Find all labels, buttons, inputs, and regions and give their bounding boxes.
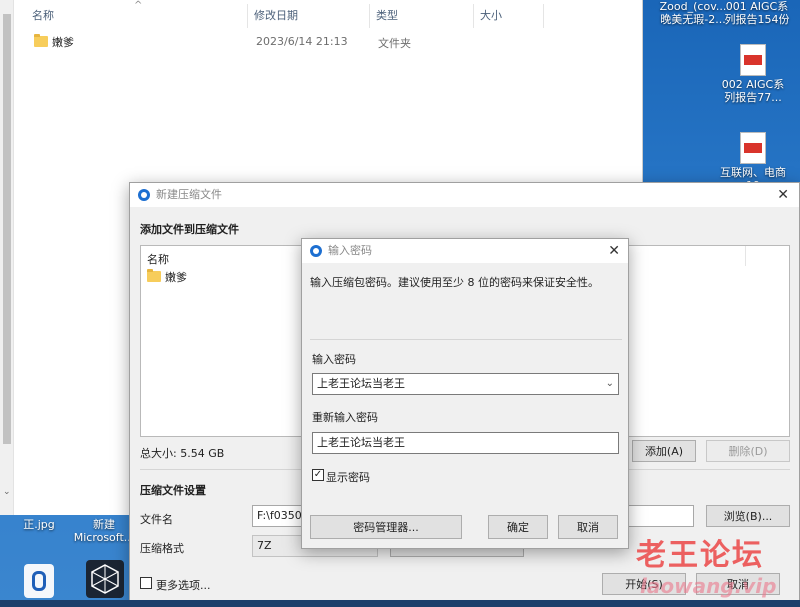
more-options-label: 更多选项... (156, 579, 211, 592)
password-label: 输入密码 (312, 353, 356, 366)
taskbar (0, 600, 800, 607)
table-row[interactable]: 嫩爹 2023/6/14 21:13 文件夹 (30, 34, 630, 50)
desktop-icon-label: 001 AIGC系 (725, 0, 789, 13)
browse-button[interactable]: 浏览(B)... (706, 505, 790, 527)
desktop-icon-label: 列报告154份 (724, 13, 790, 26)
dialog-titlebar[interactable]: 新建压缩文件 ✕ (130, 183, 799, 207)
column-header-type[interactable]: 类型 (370, 4, 474, 28)
column-header-date[interactable]: 修改日期 (248, 4, 370, 28)
show-password-label: 显示密码 (326, 471, 370, 484)
desktop-icon-aigc-002[interactable]: 002 AIGC系 列报告77... (714, 44, 792, 104)
list-item[interactable]: 嫩爹 (147, 269, 187, 285)
close-icon[interactable]: ✕ (608, 239, 620, 263)
ok-button[interactable]: 确定 (488, 515, 548, 539)
add-button[interactable]: 添加(A) (632, 440, 696, 462)
filename-label: 文件名 (140, 513, 173, 526)
desktop-icon-label: 列报告77... (724, 91, 782, 104)
folder-icon (34, 34, 48, 47)
list-header-name[interactable]: 名称 (147, 251, 169, 267)
bandizip-icon (310, 245, 322, 257)
network-app-icon[interactable] (86, 560, 124, 598)
password-dialog: 输入密码 ✕ 输入压缩包密码。建议使用至少 8 位的密码来保证安全性。 输入密码… (301, 238, 629, 549)
column-header-size[interactable]: 大小 (474, 4, 544, 28)
section-add-files-heading: 添加文件到压缩文件 (140, 223, 239, 236)
watermark-url: laowang.vip (640, 574, 777, 598)
desktop-icon-label: 002 AIGC系 (721, 78, 785, 91)
scroll-down-arrow-icon[interactable]: ⌄ (3, 487, 11, 497)
watermark-text: 老王论坛 (636, 538, 764, 573)
chevron-down-icon[interactable]: ⌄ (606, 374, 614, 394)
desktop-icon-jpg[interactable]: 正.jpg (4, 518, 74, 531)
reenter-password-input[interactable]: 上老王论坛当老王 (312, 432, 619, 454)
file-name-cell: 嫩爹 (34, 34, 74, 50)
password-dialog-titlebar[interactable]: 输入密码 ✕ (302, 239, 628, 263)
format-label: 压缩格式 (140, 542, 184, 555)
dialog-title: 新建压缩文件 (156, 188, 222, 201)
password-input[interactable]: 上老王论坛当老王 ⌄ (312, 373, 619, 395)
scrollbar-thumb[interactable] (3, 14, 11, 444)
section-settings-heading: 压缩文件设置 (140, 484, 206, 497)
column-divider (745, 246, 746, 266)
password-manager-button[interactable]: 密码管理器... (310, 515, 462, 539)
password-message: 输入压缩包密码。建议使用至少 8 位的密码来保证安全性。 (310, 276, 599, 289)
app-shortcut-icon[interactable] (24, 564, 54, 598)
cancel-button[interactable]: 取消 (558, 515, 618, 539)
sort-arrow-icon: ^ (134, 0, 143, 11)
show-password-checkbox[interactable]: ✓ (312, 469, 324, 481)
vertical-scrollbar[interactable]: ⌄ (0, 0, 14, 515)
delete-button[interactable]: 删除(D) (706, 440, 790, 462)
desktop-icon-aigc-001[interactable]: 001 AIGC系 列报告154份 (718, 0, 796, 26)
pdf-file-icon (740, 44, 766, 76)
desktop-icon-label: 正.jpg (23, 518, 55, 531)
file-type-cell: 文件夹 (378, 37, 411, 50)
bandizip-icon (138, 189, 150, 201)
close-icon[interactable]: ✕ (777, 183, 789, 207)
file-date-cell: 2023/6/14 21:13 (256, 35, 348, 48)
password-dialog-title: 输入密码 (328, 244, 372, 257)
folder-icon (147, 269, 161, 282)
pdf-file-icon (740, 132, 766, 164)
reenter-password-label: 重新输入密码 (312, 411, 378, 424)
total-size-label: 总大小: 5.54 GB (140, 447, 225, 460)
more-options-checkbox[interactable] (140, 577, 152, 589)
divider (310, 339, 622, 340)
